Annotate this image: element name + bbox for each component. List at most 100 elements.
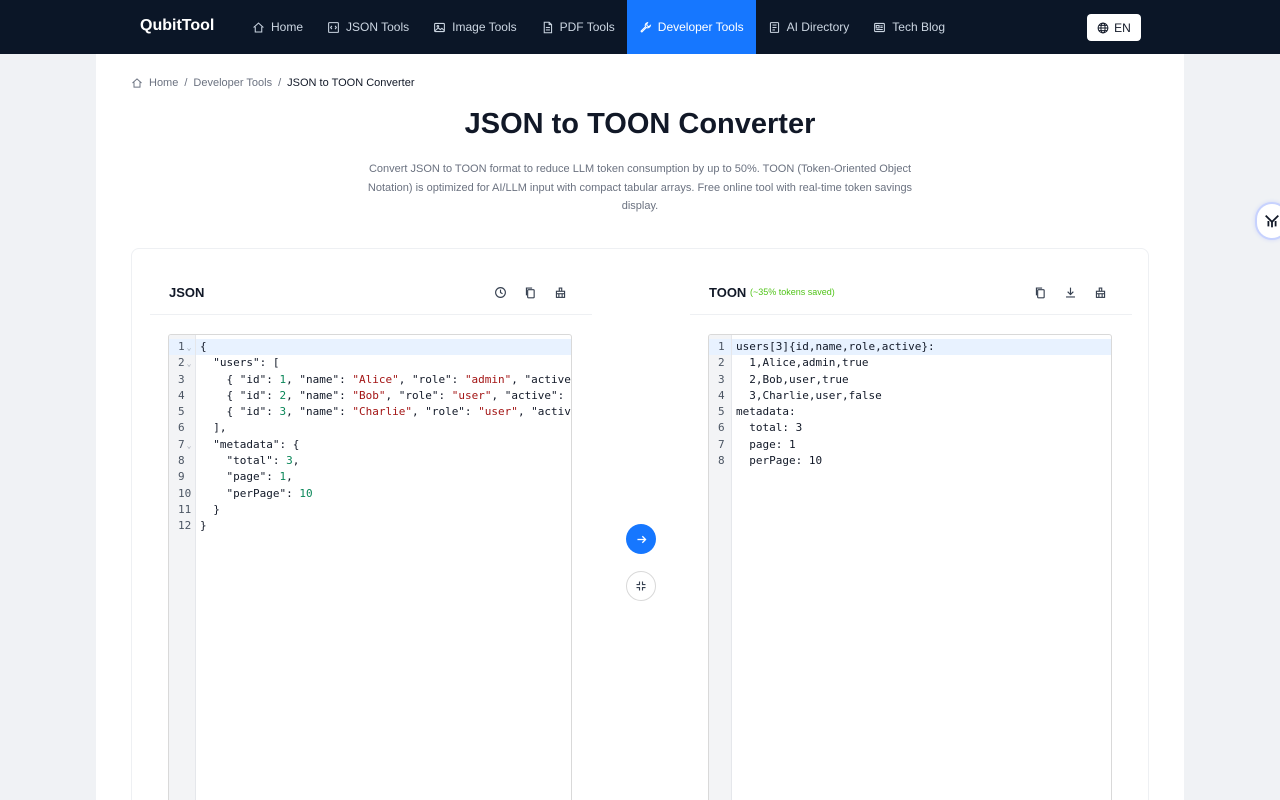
clear-toon-button[interactable] (1090, 282, 1110, 302)
code-line: { "id": 3, "name": "Charlie", "role": "u… (200, 405, 571, 419)
breadcrumb: Home / Developer Tools / JSON to TOON Co… (131, 77, 415, 89)
toon-panel-header: TOON (~35% tokens saved) (690, 269, 1132, 315)
line-number: 3 (718, 372, 725, 386)
image-icon (433, 21, 446, 34)
clear-json-button[interactable] (550, 282, 570, 302)
json-panel-actions (490, 282, 570, 302)
language-switcher[interactable]: EN (1087, 14, 1141, 41)
code-line: { "id": 1, "name": "Alice", "role": "adm… (200, 372, 571, 386)
top-navbar: QubitTool Home JSON Tools Image Tools PDF T… (0, 0, 1280, 54)
code-line: perPage: 10 (736, 454, 823, 468)
nav-item-image-tools[interactable]: Image Tools (421, 0, 528, 54)
minimize-button[interactable] (626, 571, 656, 601)
nav-item-json-tools[interactable]: JSON Tools (315, 0, 421, 54)
line-number: 11 (178, 502, 192, 516)
token-savings-label: (~35% tokens saved) (750, 287, 835, 297)
line-number: 2 ⌄ (178, 356, 192, 370)
line-number: 12 (178, 519, 192, 533)
line-number: 5 (178, 405, 185, 419)
main-nav: Home JSON Tools Image Tools PDF Tools Develo… (240, 0, 957, 54)
line-number: 1 ⌄ (169, 339, 195, 356)
json-input-panel: JSON 1 ⌄ 2 ⌄ 3 4 5 6 7 ⌄ 8 9 10 11 12 { "users": [ { "… (150, 269, 592, 800)
book-icon (768, 21, 781, 34)
copy-json-button[interactable] (520, 282, 540, 302)
assistant-icon (1265, 214, 1279, 228)
json-code-area[interactable]: { "users": [ { "id": 1, "name": "Alice",… (196, 339, 571, 535)
globe-icon (1097, 22, 1109, 33)
line-number: 1 (709, 339, 731, 356)
breadcrumb-separator: / (278, 77, 282, 89)
fold-chevron-icon[interactable]: ⌄ (187, 441, 192, 450)
code-line: 3,Charlie,user,false (736, 388, 882, 402)
code-line: page: 1 (736, 437, 796, 451)
code-line: users[3]{id,name,role,active}: (732, 339, 1111, 356)
code-line: } (200, 519, 207, 533)
fold-chevron-icon[interactable]: ⌄ (187, 343, 192, 352)
toon-editor[interactable]: 12 3 4 5 6 7 8 users[3]{id,name,role,active}: … (708, 334, 1112, 800)
code-line: 2,Bob,user,true (736, 372, 849, 386)
compress-icon (636, 581, 646, 591)
line-number: 2 (718, 356, 725, 370)
line-number: 8 (178, 454, 185, 468)
download-icon (1065, 287, 1075, 298)
toon-line-numbers: 12 3 4 5 6 7 8 (709, 335, 732, 800)
newspaper-icon (873, 21, 886, 34)
code-line: "total": 3, (200, 454, 300, 468)
nav-item-label: Image Tools (452, 20, 517, 34)
copy-icon (1035, 286, 1045, 298)
toon-panel-actions (1030, 282, 1110, 302)
fold-chevron-icon[interactable]: ⌄ (187, 359, 192, 368)
breadcrumb-section[interactable]: Developer Tools (193, 77, 272, 89)
nav-item-developer-tools[interactable]: Developer Tools (626, 0, 756, 54)
toon-code-area[interactable]: users[3]{id,name,role,active}: 1,Alice,a… (732, 339, 1111, 469)
history-button[interactable] (490, 282, 510, 302)
breadcrumb-home[interactable]: Home (149, 77, 178, 89)
nav-item-label: AI Directory (786, 20, 850, 34)
nav-item-label: Tech Blog (892, 20, 945, 34)
history-icon (494, 286, 506, 298)
line-number: 7 ⌄ (178, 437, 192, 451)
json-panel-header: JSON (150, 269, 592, 315)
code-line: "metadata": { (200, 437, 300, 451)
code-icon (327, 21, 340, 34)
language-label: EN (1114, 20, 1131, 35)
nav-item-tech-blog[interactable]: Tech Blog (861, 0, 957, 54)
line-number: 6 (718, 421, 725, 435)
document-icon (541, 21, 554, 34)
json-line-numbers: 1 ⌄ 2 ⌄ 3 4 5 6 7 ⌄ 8 9 10 11 12 (169, 335, 196, 800)
code-line: 1,Alice,admin,true (736, 356, 869, 370)
nav-item-label: Developer Tools (657, 20, 744, 34)
nav-item-home[interactable]: Home (240, 0, 315, 54)
line-number: 6 (178, 421, 185, 435)
toon-panel-title: TOON (709, 285, 747, 300)
download-toon-button[interactable] (1060, 282, 1080, 302)
home-icon (252, 21, 265, 34)
converter-workspace: JSON 1 ⌄ 2 ⌄ 3 4 5 6 7 ⌄ 8 9 10 11 12 { "users": [ { "… (131, 248, 1149, 800)
code-line: { "id": 2, "name": "Bob", "role": "user"… (200, 388, 571, 402)
page-title: JSON to TOON Converter (464, 108, 816, 140)
nav-item-ai-directory[interactable]: AI Directory (756, 0, 862, 54)
line-number: 4 (178, 388, 185, 402)
line-number: 3 (178, 372, 185, 386)
breadcrumb-current: JSON to TOON Converter (287, 77, 415, 89)
convert-button[interactable] (626, 524, 656, 554)
line-number: 5 (718, 405, 725, 419)
nav-item-pdf-tools[interactable]: PDF Tools (529, 0, 627, 54)
main-content: Home / Developer Tools / JSON to TOON Co… (96, 54, 1184, 800)
clear-icon (1095, 286, 1105, 298)
clear-icon (555, 286, 565, 298)
floating-assistant-button[interactable] (1257, 204, 1280, 238)
breadcrumb-separator: / (184, 77, 188, 89)
nav-item-label: JSON Tools (346, 20, 410, 34)
toon-output-panel: TOON (~35% tokens saved) 12345678 users[… (690, 269, 1132, 800)
code-line: { (196, 339, 571, 356)
json-editor[interactable]: 1 ⌄ 2 ⌄ 3 4 5 6 7 ⌄ 8 9 10 11 12 { "users": [ { "id": … (168, 334, 572, 800)
nav-item-label: PDF Tools (559, 20, 615, 34)
copy-toon-button[interactable] (1030, 282, 1050, 302)
code-line: "page": 1, (200, 470, 293, 484)
json-panel-title: JSON (169, 285, 205, 300)
line-number: 9 (178, 470, 185, 484)
nav-item-label: Home (271, 20, 304, 34)
brand-logo[interactable]: QubitTool (140, 17, 214, 35)
code-line: "users": [ (200, 356, 280, 370)
